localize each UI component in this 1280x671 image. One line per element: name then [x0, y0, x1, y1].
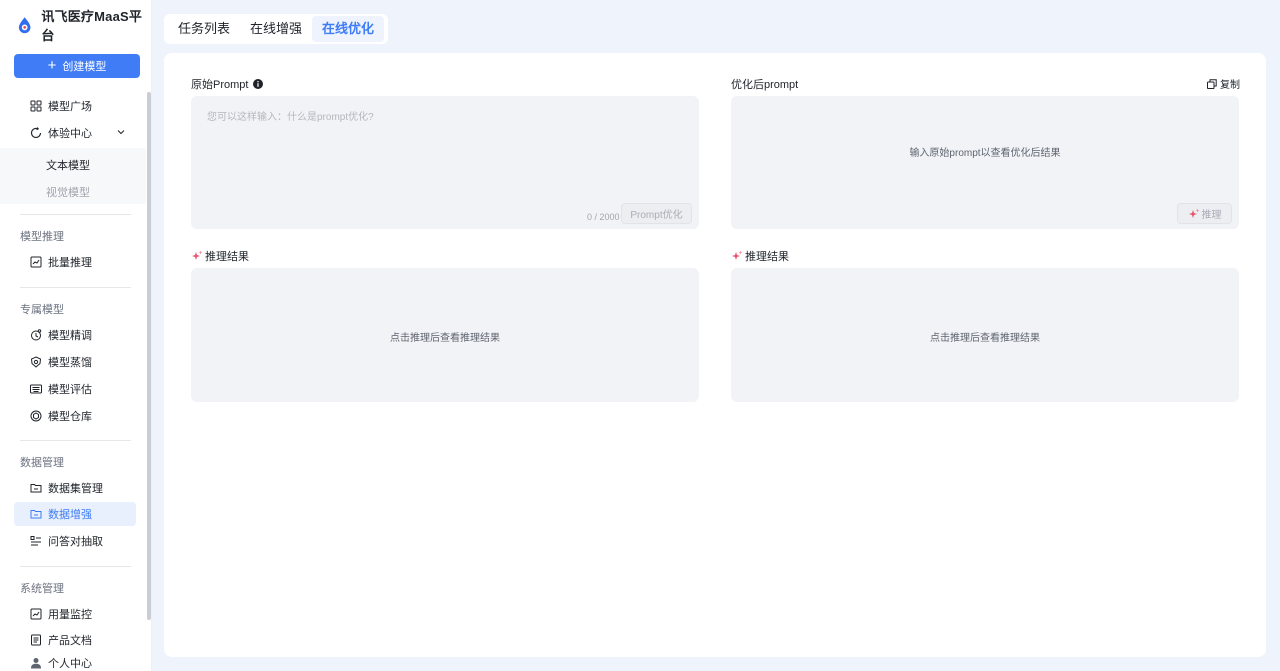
sidebar-item-label: 体验中心 [48, 128, 92, 140]
sidebar-subitem-text-model[interactable]: 文本模型 [46, 157, 90, 173]
shield-icon [30, 356, 42, 368]
copy-button[interactable]: 复制 [1207, 76, 1240, 91]
optimized-prompt-label: 优化后prompt [731, 76, 798, 92]
info-icon[interactable] [253, 79, 264, 89]
section-title-dedicated: 专属模型 [20, 304, 64, 316]
sidebar-item-distill[interactable]: 模型蒸馏 [14, 350, 136, 374]
sidebar-item-label: 个人中心 [48, 658, 92, 670]
original-prompt-label: 原始Prompt [191, 76, 264, 92]
tune-icon [31, 329, 42, 341]
sidebar-scrollbar[interactable] [147, 92, 151, 620]
sidebar-item-label: 用量监控 [48, 609, 92, 621]
divider [20, 440, 131, 441]
sidebar-subitem-vision-model[interactable]: 视觉模型 [46, 184, 90, 200]
keyboard-icon [30, 384, 42, 394]
sidebar-item-label: 模型精调 [48, 330, 92, 342]
left-result-area: 点击推理后查看推理结果 [191, 268, 699, 402]
original-prompt-title: 原始Prompt [191, 79, 249, 91]
section-title-data: 数据管理 [20, 457, 64, 469]
left-result-title: 推理结果 [205, 251, 249, 263]
tab-online-augment[interactable]: 在线增强 [240, 16, 312, 42]
sidebar-item-label: 模型蒸馏 [48, 357, 92, 369]
brand-name: 讯飞医疗MaaS平台 [41, 9, 143, 43]
tab-online-optimize[interactable]: 在线优化 [312, 16, 385, 42]
copy-label: 复制 [1220, 80, 1240, 91]
tab-task-list[interactable]: 任务列表 [168, 16, 240, 42]
folder-icon [30, 484, 42, 493]
optimized-prompt-output: 输入原始prompt以查看优化后结果 推理 [731, 96, 1239, 229]
divider [20, 214, 131, 215]
sidebar-item-fine-tune[interactable]: 模型精调 [14, 323, 136, 347]
left-result-empty: 点击推理后查看推理结果 [390, 333, 500, 344]
right-result-area: 点击推理后查看推理结果 [731, 268, 1239, 402]
grid-icon [30, 100, 42, 112]
sidebar-item-label: 模型广场 [48, 101, 92, 113]
infer-button[interactable]: 推理 [1177, 203, 1232, 224]
sidebar-item-usage-monitor[interactable]: 用量监控 [14, 602, 136, 626]
sidebar-item-label: 产品文档 [48, 635, 92, 647]
plus-icon: + [47, 57, 57, 74]
list-icon [30, 536, 41, 546]
divider [20, 287, 131, 288]
char-counter: 0 / 2000 [587, 212, 620, 222]
sidebar-item-qa-extract[interactable]: 问答对抽取 [14, 529, 136, 553]
left-result-label: 推理结果 [191, 248, 249, 264]
sidebar-item-evaluate[interactable]: 模型评估 [14, 377, 136, 401]
sparkle-icon [192, 250, 203, 260]
brand[interactable]: 讯飞医疗MaaS平台 [16, 9, 151, 43]
sidebar-item-label: 模型仓库 [48, 411, 92, 423]
sidebar: 讯飞医疗MaaS平台 + 创建模型 模型广场 体验中心 文本模型 视觉模型 模型… [0, 0, 152, 671]
copy-icon [1207, 78, 1217, 89]
sidebar-item-label: 数据集管理 [48, 483, 103, 495]
sidebar-item-label: 批量推理 [48, 257, 92, 269]
folder-icon [30, 510, 42, 519]
right-result-label: 推理结果 [731, 248, 789, 264]
sidebar-item-label: 问答对抽取 [48, 536, 103, 548]
sidebar-item-personal-center[interactable]: 个人中心 [14, 651, 136, 671]
sidebar-item-repository[interactable]: 模型仓库 [14, 404, 136, 428]
brand-logo-icon [18, 17, 31, 34]
optimized-prompt-empty: 输入原始prompt以查看优化后结果 [909, 148, 1061, 159]
sidebar-item-experience-center[interactable]: 体验中心 [14, 121, 136, 145]
document-icon [31, 634, 41, 646]
sidebar-item-label: 数据增强 [48, 509, 92, 521]
chart-box-icon [30, 256, 42, 268]
create-model-label: 创建模型 [62, 61, 107, 73]
chevron-down-icon [117, 130, 125, 135]
original-prompt-placeholder: 您可以这样输入：什么是prompt优化? [207, 112, 374, 123]
sidebar-item-product-docs[interactable]: 产品文档 [14, 628, 136, 652]
section-title-system: 系统管理 [20, 583, 64, 595]
top-tabs: 任务列表 在线增强 在线优化 [164, 14, 389, 44]
create-model-button[interactable]: + 创建模型 [14, 54, 140, 78]
original-prompt-input[interactable]: 您可以这样输入：什么是prompt优化? 0 / 2000 Prompt优化 [191, 96, 699, 229]
prompt-optimize-button[interactable]: Prompt优化 [621, 203, 692, 224]
divider [20, 566, 131, 567]
sidebar-item-dataset-mgmt[interactable]: 数据集管理 [14, 476, 136, 500]
sparkle-icon [1188, 208, 1199, 218]
sparkle-icon [732, 250, 743, 260]
main-content: 原始Prompt 您可以这样输入：什么是prompt优化? 0 / 2000 P… [164, 53, 1266, 657]
sidebar-item-data-augment[interactable]: 数据增强 [14, 502, 136, 526]
sidebar-item-batch-inference[interactable]: 批量推理 [14, 250, 136, 274]
right-result-title: 推理结果 [745, 251, 789, 263]
optimized-prompt-title: 优化后prompt [731, 79, 799, 91]
section-title-inference: 模型推理 [20, 231, 64, 243]
right-result-empty: 点击推理后查看推理结果 [930, 333, 1040, 344]
cube-circle-icon [30, 410, 42, 422]
chart-box-icon [30, 608, 42, 620]
refresh-icon [30, 127, 42, 138]
sidebar-item-model-plaza[interactable]: 模型广场 [14, 94, 136, 118]
infer-button-label: 推理 [1201, 210, 1222, 221]
sidebar-item-label: 模型评估 [48, 384, 92, 396]
user-icon [31, 658, 41, 669]
